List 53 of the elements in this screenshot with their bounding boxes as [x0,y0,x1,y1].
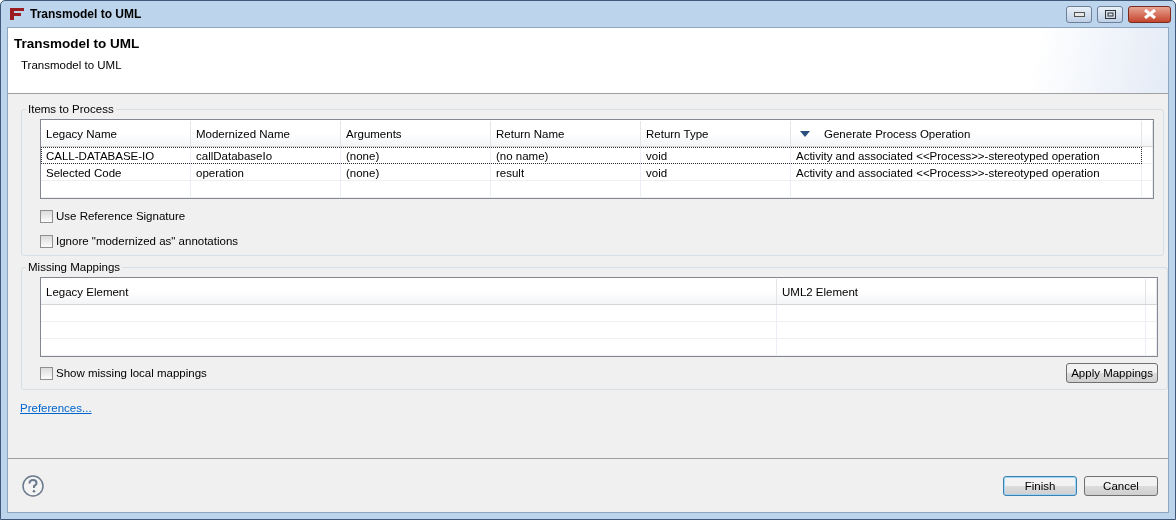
column-label: Arguments [346,127,402,140]
table-cell: void [641,164,791,181]
page-description: Transmodel to UML [20,59,123,71]
table-cell: result [491,164,641,181]
column-header[interactable]: Return Type [641,121,791,146]
window-title: Transmodel to UML [30,7,142,21]
column-header[interactable]: Legacy Name [41,121,191,146]
maximize-icon [1104,9,1116,19]
column-label: Generate Process Operation [824,127,971,140]
column-label: Return Type [646,127,709,140]
checkbox[interactable] [40,366,53,380]
column-label: Legacy Element [46,285,129,298]
checkbox-label: Ignore "modernized as" annotations [56,235,239,247]
table-row[interactable]: Selected Code operation (none) result void Activity and associated <<Process>>-stereotyped operation [41,164,1142,181]
column-label: Return Name [496,127,565,140]
table-cell: void [641,147,791,164]
table-cell: operation [191,164,341,181]
group-label: Items to Process [27,103,115,115]
app-logo-icon [9,7,25,21]
table-cell: callDatabaseIo [191,147,341,164]
dialog-button[interactable]: Cancel [1084,475,1158,496]
column-header[interactable]: Legacy Element [41,279,777,304]
close-icon [1142,9,1157,19]
checkbox-label: Use Reference Signature [56,210,186,222]
column-label: Legacy Name [46,127,117,140]
checkbox-label: Show missing local mappings [56,367,207,379]
close-button[interactable] [1128,5,1171,23]
minimize-button[interactable] [1066,5,1092,23]
column-header[interactable]: Return Name [491,121,641,146]
group-label: Missing Mappings [27,261,122,273]
minimize-icon [1073,11,1085,17]
default-button[interactable]: Finish [1003,475,1077,496]
table-cell: (none) [341,164,491,181]
table-cell: CALL-DATABASE-IO [41,147,191,164]
column-header[interactable]: Arguments [341,121,491,146]
maximize-button[interactable] [1097,5,1123,23]
checkbox[interactable] [40,209,53,223]
apply-mappings-button[interactable]: Apply Mappings [1066,363,1158,383]
column-header[interactable]: Generate Process Operation [791,121,1142,146]
table-cell: Activity and associated <<Process>>-stereotyped operation [791,147,1142,164]
table-cell: (none) [341,147,491,164]
preferences-link[interactable]: Preferences... [20,402,92,414]
column-header[interactable]: UML2 Element [777,279,1146,304]
checkbox[interactable] [40,234,53,248]
page-title: Transmodel to UML [14,36,141,51]
column-label: UML2 Element [782,285,859,298]
focused-table-row[interactable]: CALL-DATABASE-IO callDatabaseIo (none) (no name) void Activity and associated <<Process>>-stereotyped operation [41,147,1142,164]
column-label: Modernized Name [196,127,290,140]
table-cell: (no name) [491,147,641,164]
help-icon[interactable] [22,474,44,497]
table-cell: Activity and associated <<Process>>-stereotyped operation [791,164,1142,181]
table-cell: Selected Code [41,164,191,181]
column-header[interactable]: Modernized Name [191,121,341,146]
